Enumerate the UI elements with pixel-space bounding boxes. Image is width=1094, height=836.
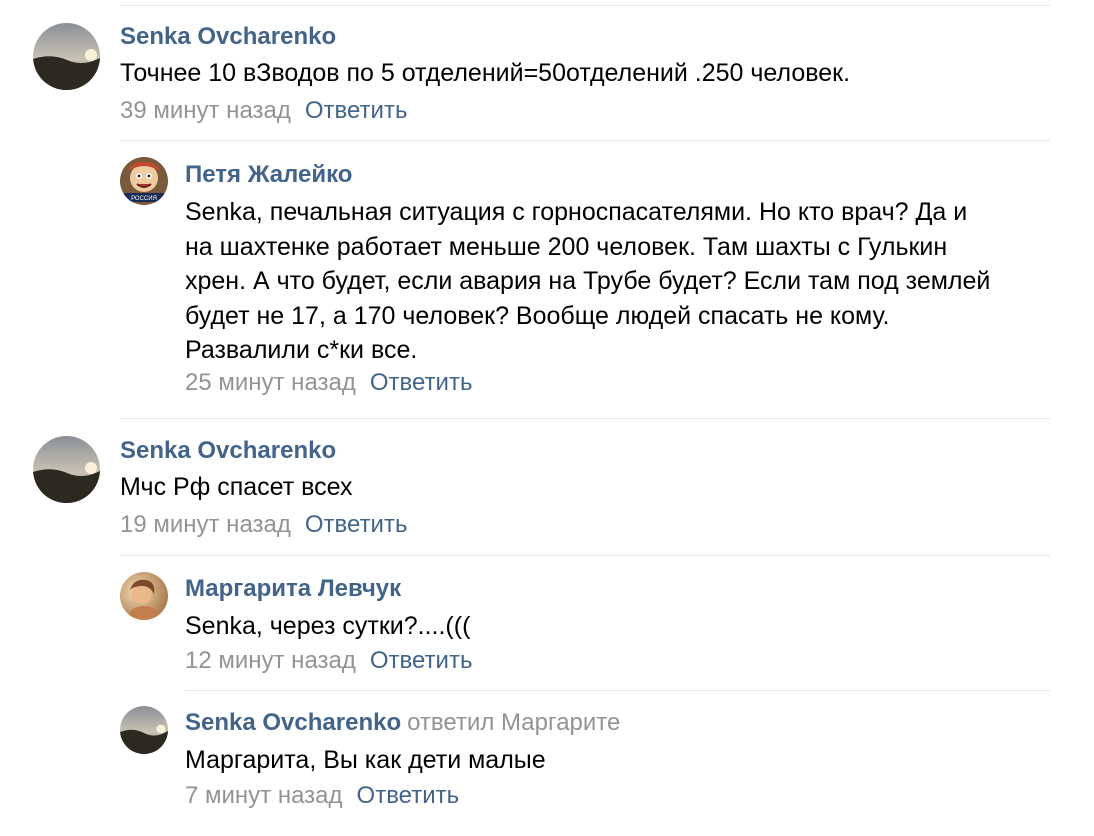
comment-author-name[interactable]: Senka Ovcharenko bbox=[185, 709, 401, 736]
avatar[interactable] bbox=[120, 706, 168, 754]
reply-button[interactable]: Ответить bbox=[305, 97, 408, 124]
comment-meta: 7 минут назад Ответить bbox=[185, 781, 459, 811]
comment-time[interactable]: 25 минут назад bbox=[185, 369, 356, 396]
comment-time[interactable]: 39 минут назад bbox=[120, 97, 291, 124]
comment-author[interactable]: Петя Жалейко bbox=[185, 160, 352, 190]
replied-to-label[interactable]: ответил Маргарите bbox=[407, 709, 620, 736]
comment-meta: 12 минут назад Ответить bbox=[185, 646, 472, 676]
reply-button[interactable]: Ответить bbox=[357, 782, 460, 809]
comment-text: Мчс Рф спасет всех bbox=[120, 473, 353, 501]
comment-author: Senka Ovcharenko ответил Маргарите bbox=[185, 708, 620, 738]
reply-button[interactable]: Ответить bbox=[370, 369, 473, 396]
comment-meta: 25 минут назад Ответить bbox=[185, 368, 472, 398]
separator bbox=[185, 690, 1050, 691]
comment-time[interactable]: 12 минут назад bbox=[185, 647, 356, 674]
separator bbox=[120, 5, 1050, 6]
separator bbox=[120, 418, 1050, 419]
comment-time[interactable]: 7 минут назад bbox=[185, 782, 343, 809]
reply-button[interactable]: Ответить bbox=[305, 511, 408, 538]
cartoon-face-icon: РОССИЯ bbox=[120, 157, 168, 205]
comment-time[interactable]: 19 минут назад bbox=[120, 511, 291, 538]
portrait-photo-icon bbox=[120, 572, 168, 620]
comment-author[interactable]: Маргарита Левчук bbox=[185, 574, 401, 604]
comment-meta: 19 минут назад Ответить bbox=[120, 510, 407, 540]
sunset-landscape-icon bbox=[33, 23, 100, 90]
reply-button[interactable]: Ответить bbox=[370, 647, 473, 674]
avatar[interactable] bbox=[33, 23, 100, 90]
avatar[interactable] bbox=[120, 572, 168, 620]
comment-text: Senka, печальная ситуация с горноспасате… bbox=[185, 198, 991, 365]
comment-author[interactable]: Senka Ovcharenko bbox=[120, 22, 336, 52]
separator bbox=[120, 140, 1050, 141]
comment-author[interactable]: Senka Ovcharenko bbox=[120, 436, 336, 466]
comment-meta: 39 минут назад Ответить bbox=[120, 96, 407, 126]
sunset-landscape-icon bbox=[33, 436, 100, 503]
separator bbox=[120, 555, 1050, 556]
avatar[interactable]: РОССИЯ bbox=[120, 157, 168, 205]
avatar-badge: РОССИЯ bbox=[131, 196, 157, 202]
sunset-landscape-icon bbox=[120, 706, 168, 754]
comment-text: Senka, через сутки?....((( bbox=[185, 612, 471, 640]
comment-text: Точнее 10 вЗводов по 5 отделений=50отдел… bbox=[120, 59, 851, 87]
avatar[interactable] bbox=[33, 436, 100, 503]
comment-text: Маргарита, Вы как дети малые bbox=[185, 746, 546, 774]
